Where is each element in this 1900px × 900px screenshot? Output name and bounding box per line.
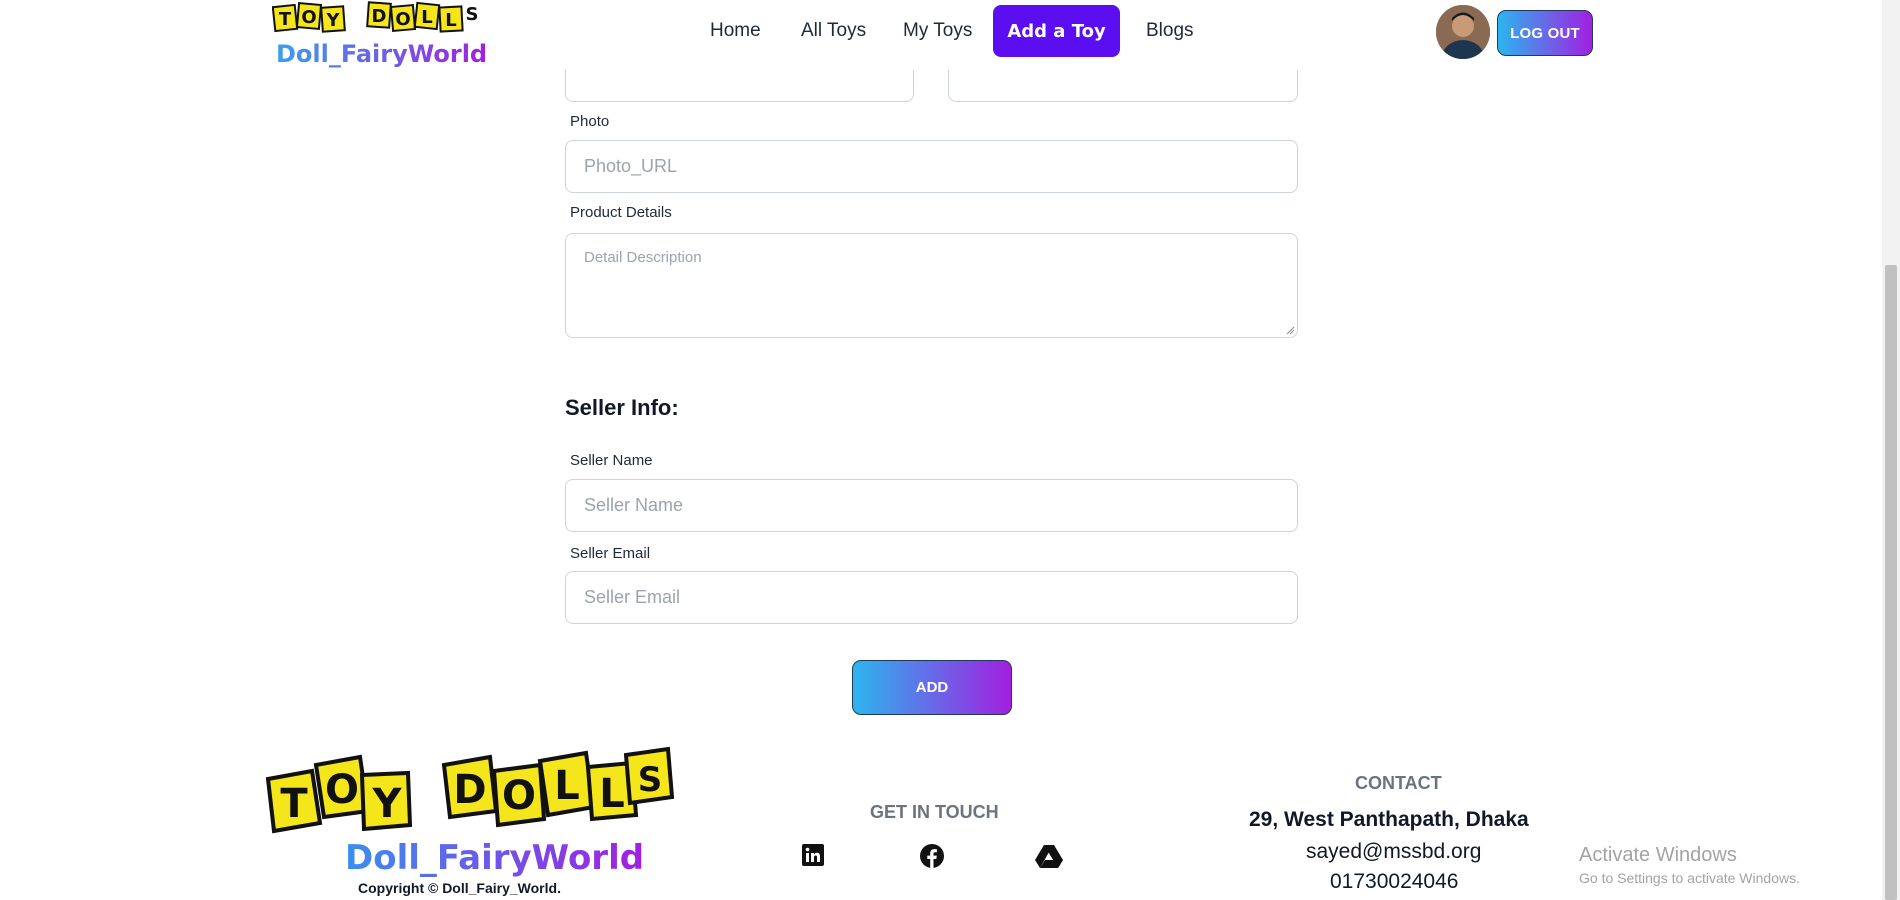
- seller-name-input[interactable]: Seller Name: [565, 479, 1298, 532]
- svg-text:Y: Y: [372, 781, 403, 827]
- seller-email-input[interactable]: Seller Email: [565, 571, 1298, 624]
- seller-email-placeholder: Seller Email: [584, 587, 681, 607]
- svg-text:O: O: [325, 767, 359, 813]
- seller-name-placeholder: Seller Name: [584, 495, 684, 515]
- nav-my-toys[interactable]: My Toys: [903, 20, 972, 42]
- toy-dolls-logo: TOY DOLL S: [272, 1, 479, 33]
- seller-info-heading: Seller Info:: [565, 395, 679, 420]
- seller-email-label: Seller Email: [570, 545, 651, 562]
- activate-windows-subtitle: Go to Settings to activate Windows.: [1579, 870, 1800, 886]
- scrollbar-thumb[interactable]: [1885, 265, 1897, 900]
- copyright-text: Copyright © Doll_Fairy_World.: [358, 880, 561, 896]
- details-placeholder: Detail Description: [584, 249, 702, 266]
- contact-email[interactable]: sayed@mssbd.org: [1306, 840, 1481, 864]
- photo-url-input[interactable]: Photo_URL: [565, 140, 1298, 193]
- contact-heading: CONTACT: [1355, 773, 1442, 793]
- nav-blogs[interactable]: Blogs: [1146, 20, 1194, 42]
- photo-url-placeholder: Photo_URL: [584, 156, 678, 176]
- svg-text:O: O: [301, 7, 316, 28]
- previous-field-left[interactable]: [565, 70, 914, 102]
- svg-text:O: O: [502, 773, 536, 819]
- add-button[interactable]: ADD: [852, 660, 1012, 715]
- footer-toy-dolls-logo: TOY DOLLS: [265, 746, 674, 834]
- svg-text:L: L: [445, 10, 456, 31]
- contact-address: 29, West Panthapath, Dhaka: [1249, 808, 1529, 831]
- nav-home[interactable]: Home: [710, 20, 761, 42]
- nav-add-a-toy[interactable]: Add a Toy: [993, 5, 1120, 57]
- linkedin-icon[interactable]: [801, 843, 825, 867]
- svg-text:Y: Y: [325, 10, 340, 31]
- logout-button[interactable]: LOG OUT: [1497, 10, 1593, 56]
- svg-text:S: S: [638, 760, 663, 800]
- svg-text:L: L: [599, 771, 625, 817]
- svg-text:O: O: [395, 9, 410, 30]
- get-in-touch-heading: GET IN TOUCH: [870, 802, 999, 822]
- activate-windows-title: Activate Windows: [1579, 844, 1737, 866]
- nav-all-toys[interactable]: All Toys: [801, 20, 866, 42]
- svg-text:D: D: [372, 6, 387, 27]
- user-photo-icon: [1436, 5, 1490, 59]
- google-drive-icon[interactable]: [1035, 844, 1063, 868]
- product-details-label: Product Details: [570, 204, 672, 221]
- footer-brand-name: Doll_FairyWorld: [345, 838, 645, 878]
- photo-label: Photo: [570, 113, 610, 130]
- brand-name[interactable]: Doll_FairyWorld: [276, 40, 487, 68]
- product-details-textarea[interactable]: Detail Description: [565, 233, 1298, 338]
- svg-text:S: S: [466, 4, 479, 25]
- resize-handle-icon[interactable]: [1285, 325, 1295, 335]
- avatar[interactable]: [1436, 5, 1490, 59]
- seller-name-label: Seller Name: [570, 452, 653, 469]
- previous-field-right[interactable]: [948, 70, 1298, 102]
- svg-text:T: T: [279, 9, 292, 30]
- facebook-icon[interactable]: [919, 843, 945, 869]
- svg-text:D: D: [453, 767, 486, 813]
- svg-text:L: L: [554, 763, 580, 809]
- svg-text:L: L: [421, 7, 432, 28]
- svg-text:T: T: [280, 781, 308, 827]
- contact-phone: 01730024046: [1330, 870, 1459, 893]
